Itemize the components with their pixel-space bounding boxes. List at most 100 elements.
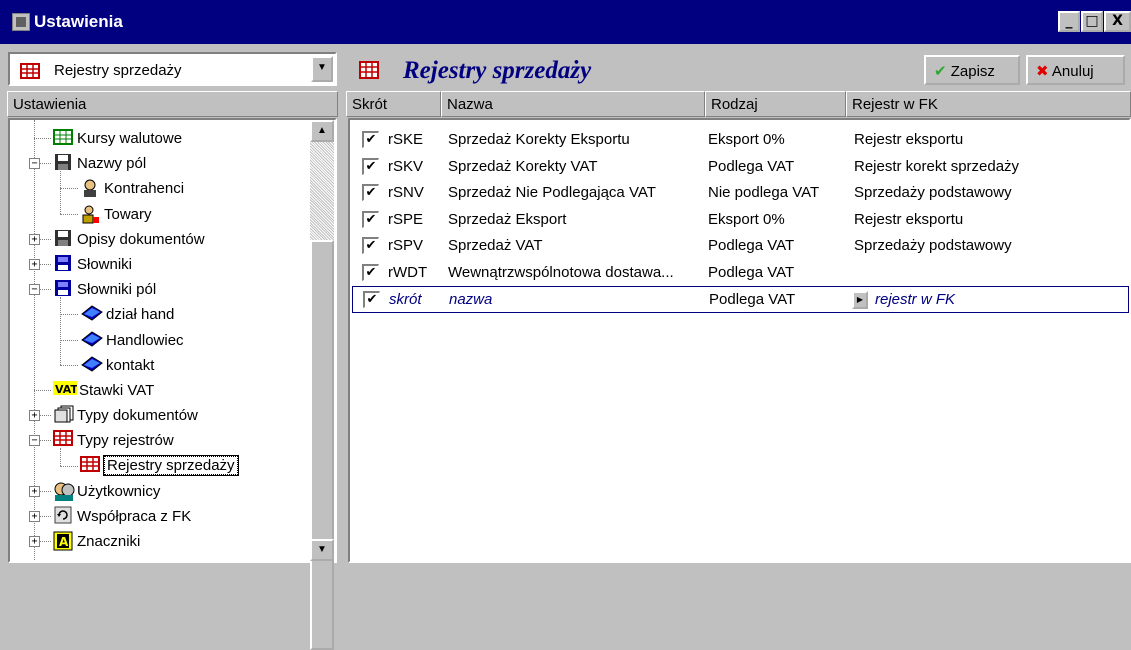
rejestr-input[interactable]: rejestr w FK — [875, 291, 955, 308]
row-checkbox[interactable]: ✔ — [362, 237, 379, 254]
tree-item[interactable]: + Typy dokumentów — [10, 403, 310, 429]
row-checkbox[interactable]: ✔ — [362, 157, 379, 175]
scroll-down-icon: ▼ — [317, 544, 327, 555]
tree-connector — [60, 339, 78, 341]
cell-rodzaj: Podlega VAT — [708, 157, 795, 175]
tree-item-label: Kursy walutowe — [77, 130, 183, 147]
person-icon — [80, 178, 100, 198]
collapse-icon[interactable]: − — [29, 435, 40, 447]
sync-icon — [53, 506, 73, 526]
expand-icon[interactable]: + — [29, 485, 40, 497]
table-row[interactable]: ✔ rSKV Sprzedaż Korekty VAT Podlega VAT Reje… — [350, 153, 1131, 180]
save-button[interactable]: ✔ Zapisz — [924, 55, 1020, 85]
scroll-up-icon: ▲ — [317, 125, 327, 136]
row-checkbox[interactable]: ✔ — [362, 210, 379, 228]
svg-text:A: A — [59, 535, 69, 549]
tree-item-label: dział hand — [106, 306, 175, 324]
nazwa-input[interactable]: nazwa — [449, 291, 492, 308]
tree-branch-line — [60, 297, 61, 365]
tree-item-label: Kontrahenci — [104, 180, 185, 198]
table-row[interactable]: ✔ rSKE Sprzedaż Korekty Eksportu Eksport 0%… — [350, 126, 1131, 153]
tree-item[interactable]: Handlowiec — [10, 328, 310, 354]
tree-item-label: Znaczniki — [77, 533, 141, 551]
cell-nazwa: Sprzedaż Eksport — [448, 210, 567, 228]
table-row[interactable]: ✔ rSNV Sprzedaż Nie Podlegająca VAT Nie pod… — [350, 179, 1131, 206]
expand-icon[interactable]: + — [29, 410, 40, 422]
combo-dropdown-button[interactable]: ▼ — [311, 56, 333, 82]
row-checkbox[interactable]: ✔ — [362, 131, 379, 148]
tree-item[interactable]: Kontrahenci — [10, 176, 310, 202]
table-row[interactable]: ✔ rSPV Sprzedaż VAT Podlega VAT Sprzedaży po… — [350, 232, 1131, 259]
register-icon — [20, 63, 40, 79]
cell-rejestr: Sprzedaży podstawowy — [854, 237, 1012, 254]
window-title: Ustawienia — [34, 12, 123, 31]
row-checkbox[interactable]: ✔ — [362, 184, 379, 201]
panel-splitter[interactable] — [339, 44, 345, 563]
settings-window-icon[interactable] — [12, 13, 30, 31]
settings-tree[interactable]: Kursy walutowe − Nazwy pól Kontrahenci Towar… — [8, 118, 337, 563]
expand-icon[interactable]: + — [29, 233, 40, 245]
skrot-input[interactable]: skrót — [389, 291, 422, 308]
tree-branch-line — [60, 448, 61, 466]
scroll-thumb[interactable] — [310, 240, 334, 650]
tree-item[interactable]: + Opisy dokumentów — [10, 227, 310, 253]
register-grid[interactable]: ✔ rSKE Sprzedaż Korekty Eksportu Eksport 0%… — [348, 118, 1131, 563]
tree-item-label: Handlowiec — [106, 331, 184, 349]
cancel-button[interactable]: ✖ Anuluj — [1026, 55, 1125, 85]
tree-item-label: Współpraca z FK — [77, 508, 192, 525]
book-icon — [53, 279, 73, 299]
tree-item[interactable]: Towary — [10, 202, 310, 228]
collapse-icon[interactable]: − — [29, 284, 40, 296]
cell-nazwa: Sprzedaż Korekty VAT — [448, 157, 598, 175]
column-header-nazwa[interactable]: Nazwa — [441, 91, 705, 117]
tree-item[interactable]: dział hand — [10, 302, 310, 328]
expand-icon[interactable]: + — [29, 536, 40, 548]
tree-item[interactable]: − Typy rejestrów — [10, 428, 310, 454]
column-header-rodzaj[interactable]: Rodzaj — [705, 91, 846, 117]
tree-item[interactable]: + Słowniki — [10, 252, 310, 278]
tree-item[interactable]: + A Znaczniki — [10, 529, 310, 555]
rodzaj-select[interactable]: Podlega VAT — [709, 291, 795, 308]
title-bar[interactable]: Ustawienia _ □ X — [0, 0, 1131, 44]
close-button[interactable]: X — [1104, 11, 1131, 32]
scroll-down-button[interactable]: ▼ — [310, 539, 334, 561]
tree-item[interactable]: Kursy walutowe — [10, 126, 310, 152]
cell-skrot: rSPE — [388, 210, 424, 228]
tree-item[interactable]: kontakt — [10, 353, 310, 379]
settings-combo[interactable]: Rejestry sprzedaży ▼ — [8, 52, 337, 86]
tree-item[interactable]: Rejestry sprzedaży — [10, 454, 310, 480]
vat-icon: VAT — [53, 380, 78, 400]
tree-item-label: Nazwy pól — [77, 155, 147, 173]
cell-rejestr: Rejestr korekt sprzedaży — [854, 157, 1020, 175]
tree-item[interactable]: VAT Stawki VAT — [10, 378, 310, 404]
minimize-button[interactable]: _ — [1058, 11, 1080, 32]
table-row[interactable]: ✔ rWDT Wewnątrzwspólnotowa dostawa... Podle… — [350, 259, 1131, 286]
column-header-rejestr[interactable]: Rejestr w FK — [846, 91, 1131, 117]
dictionary-icon — [80, 355, 103, 375]
maximize-button[interactable]: □ — [1081, 11, 1103, 32]
register-icon — [80, 455, 100, 476]
expand-icon[interactable]: + — [29, 511, 40, 522]
scroll-up-button[interactable]: ▲ — [310, 120, 334, 142]
chevron-right-icon: ▶ — [856, 295, 864, 304]
rejestr-dropdown-button[interactable]: ▶ — [852, 291, 868, 309]
tree-scrollbar[interactable]: ▲ ▼ — [310, 120, 334, 650]
new-row-editor[interactable]: ✔ skrót nazwa Podlega VAT ▶ rejestr w FK — [352, 286, 1129, 313]
tree-item[interactable]: − Nazwy pól — [10, 151, 310, 177]
cell-rodzaj: Eksport 0% — [708, 210, 785, 228]
cell-rodzaj: Podlega VAT — [708, 263, 795, 281]
tree-connector — [60, 465, 78, 467]
row-checkbox[interactable]: ✔ — [363, 291, 380, 308]
tree-item[interactable]: + Użytkownicy — [10, 479, 310, 505]
tree-item[interactable]: + Współpraca z FK — [10, 504, 310, 530]
cell-nazwa: Sprzedaż Korekty Eksportu — [448, 131, 630, 148]
tree-item[interactable]: − Słowniki pól — [10, 277, 310, 303]
column-header-skrot[interactable]: Skrót — [346, 91, 441, 117]
page-title: Rejestry sprzedaży — [403, 57, 592, 84]
row-checkbox[interactable]: ✔ — [362, 263, 379, 281]
expand-icon[interactable]: + — [29, 259, 40, 270]
marker-icon: A — [53, 531, 73, 551]
collapse-icon[interactable]: − — [29, 158, 40, 170]
table-row[interactable]: ✔ rSPE Sprzedaż Eksport Eksport 0% Rejestr e… — [350, 206, 1131, 233]
cell-rodzaj: Eksport 0% — [708, 131, 785, 148]
